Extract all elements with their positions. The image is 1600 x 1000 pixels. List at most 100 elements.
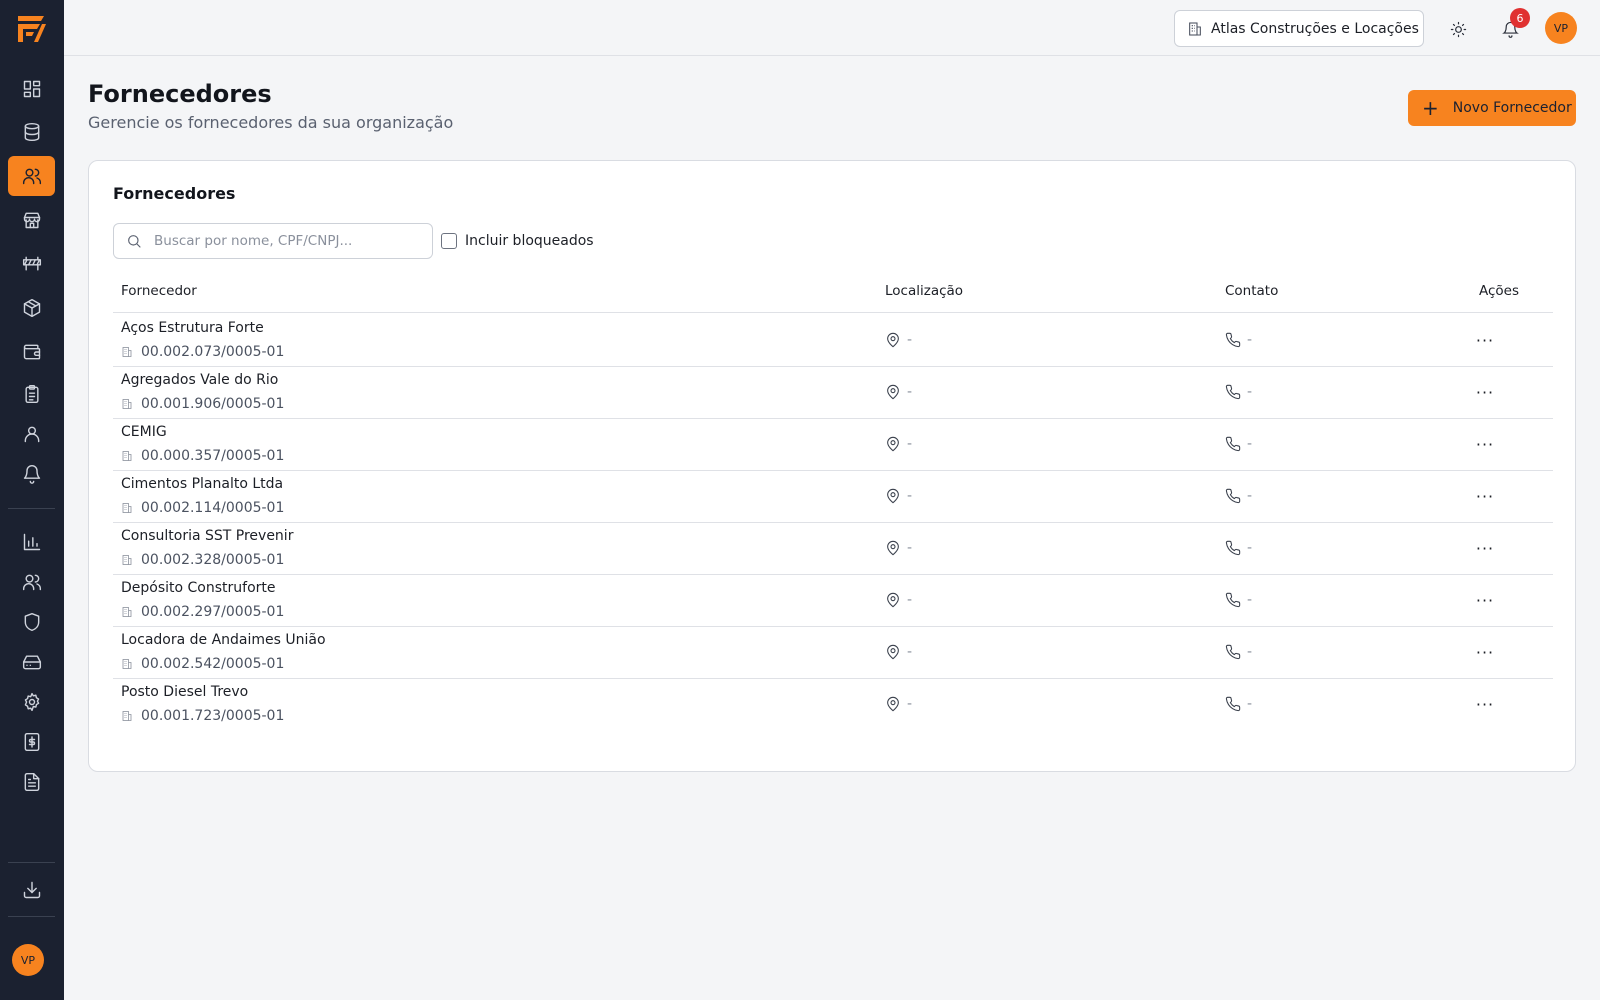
building-icon bbox=[122, 607, 132, 617]
theme-toggle-button[interactable] bbox=[1445, 16, 1471, 42]
row-actions-button[interactable]: ··· bbox=[1471, 432, 1499, 456]
supplier-document-number: 00.001.723/0005-01 bbox=[141, 708, 285, 724]
table-row[interactable]: Posto Diesel Trevo 00.001.723/0005-01 - - ··… bbox=[113, 678, 1553, 731]
page-title: Fornecedores bbox=[88, 80, 272, 108]
nav-team[interactable] bbox=[8, 562, 55, 602]
supplier-name[interactable]: Aços Estrutura Forte bbox=[121, 320, 264, 336]
clipboard-icon bbox=[24, 384, 39, 404]
table-row[interactable]: CEMIG 00.000.357/0005-01 - - ··· bbox=[113, 418, 1553, 471]
nav-storage[interactable] bbox=[8, 642, 55, 682]
drive-icon bbox=[22, 655, 41, 670]
phone-icon bbox=[1225, 332, 1241, 348]
table-row[interactable]: Agregados Vale do Rio 00.001.906/0005-01 -… bbox=[113, 366, 1553, 419]
map-pin-icon bbox=[887, 540, 899, 556]
building-icon bbox=[122, 399, 132, 409]
supplier-contact-value: - bbox=[1247, 644, 1253, 660]
nav-dashboard[interactable] bbox=[8, 69, 55, 109]
phone-icon bbox=[1225, 540, 1241, 556]
download-icon bbox=[23, 881, 40, 899]
shield-icon bbox=[24, 612, 39, 632]
nav-user[interactable] bbox=[8, 414, 55, 454]
organization-name: Atlas Construções e Locações bbox=[1211, 20, 1419, 37]
row-actions-button[interactable]: ··· bbox=[1471, 588, 1499, 612]
supplier-document: 00.001.906/0005-01 bbox=[121, 396, 284, 412]
supplier-location: - bbox=[885, 644, 912, 660]
search-box[interactable] bbox=[113, 223, 433, 259]
nav-products[interactable] bbox=[8, 288, 55, 328]
notification-badge: 6 bbox=[1510, 8, 1530, 28]
nav-database[interactable] bbox=[8, 112, 55, 152]
supplier-location: - bbox=[885, 696, 912, 712]
supplier-name[interactable]: CEMIG bbox=[121, 424, 167, 440]
supplier-contact: - bbox=[1225, 696, 1252, 712]
nav-documents[interactable] bbox=[8, 762, 55, 802]
supplier-name[interactable]: Locadora de Andaimes União bbox=[121, 632, 326, 648]
phone-icon bbox=[1225, 644, 1241, 660]
supplier-location: - bbox=[885, 436, 912, 452]
supplier-location-value: - bbox=[907, 540, 913, 556]
column-contact: Contato bbox=[1225, 283, 1279, 299]
row-actions-button[interactable]: ··· bbox=[1471, 380, 1499, 404]
row-actions-button[interactable]: ··· bbox=[1471, 536, 1499, 560]
supplier-contact-value: - bbox=[1247, 592, 1253, 608]
card-title: Fornecedores bbox=[113, 184, 236, 203]
nav-store[interactable] bbox=[8, 200, 55, 240]
supplier-location: - bbox=[885, 540, 912, 556]
supplier-document: 00.000.357/0005-01 bbox=[121, 448, 284, 464]
supplier-location-value: - bbox=[907, 696, 913, 712]
nav-suppliers[interactable] bbox=[8, 156, 55, 196]
user-avatar[interactable]: VP bbox=[1545, 12, 1577, 44]
roadblock-icon bbox=[22, 256, 41, 271]
phone-icon bbox=[1225, 696, 1241, 712]
supplier-name[interactable]: Cimentos Planalto Ltda bbox=[121, 476, 283, 492]
supplier-name[interactable]: Depósito Construforte bbox=[121, 580, 276, 596]
map-pin-icon bbox=[887, 488, 899, 504]
nav-reports[interactable] bbox=[8, 522, 55, 562]
supplier-contact-value: - bbox=[1247, 436, 1253, 452]
table-row[interactable]: Locadora de Andaimes União 00.002.542/000… bbox=[113, 626, 1553, 679]
nav-billing[interactable] bbox=[8, 722, 55, 762]
nav-settings[interactable] bbox=[8, 682, 55, 722]
dashboard-icon bbox=[23, 80, 40, 98]
nav-works[interactable] bbox=[8, 244, 55, 284]
row-actions-button[interactable]: ··· bbox=[1471, 328, 1499, 352]
supplier-name[interactable]: Consultoria SST Prevenir bbox=[121, 528, 293, 544]
table-row[interactable]: Cimentos Planalto Ltda 00.002.114/0005-01… bbox=[113, 470, 1553, 523]
include-blocked-checkbox[interactable] bbox=[441, 233, 457, 249]
map-pin-icon bbox=[887, 696, 899, 712]
team-icon bbox=[22, 574, 41, 591]
sidebar-avatar[interactable]: VP bbox=[12, 944, 44, 976]
nav-notifications[interactable] bbox=[8, 454, 55, 494]
nav-checklist[interactable] bbox=[8, 374, 55, 414]
user-icon bbox=[24, 426, 39, 443]
table-header: Fornecedor Localização Contato Ações bbox=[113, 269, 1553, 313]
table-row[interactable]: Aços Estrutura Forte 00.002.073/0005-01 - -… bbox=[113, 314, 1553, 367]
page-subtitle: Gerencie os fornecedores da sua organiza… bbox=[88, 113, 454, 132]
nav-download[interactable] bbox=[8, 870, 55, 910]
search-input[interactable] bbox=[154, 233, 424, 249]
supplier-name[interactable]: Agregados Vale do Rio bbox=[121, 372, 278, 388]
sidebar-divider bbox=[8, 508, 55, 509]
users-icon bbox=[22, 168, 41, 185]
new-supplier-button[interactable]: + Novo Fornecedor bbox=[1408, 90, 1576, 126]
organization-selector[interactable]: Atlas Construções e Locações bbox=[1174, 10, 1424, 47]
include-blocked-toggle[interactable]: Incluir bloqueados bbox=[441, 233, 594, 249]
bar-chart-icon bbox=[23, 533, 40, 551]
sidebar: VP bbox=[0, 0, 64, 1000]
nav-security[interactable] bbox=[8, 602, 55, 642]
logo-icon[interactable] bbox=[14, 10, 50, 46]
table-row[interactable]: Consultoria SST Prevenir 00.002.328/0005-… bbox=[113, 522, 1553, 575]
row-actions-button[interactable]: ··· bbox=[1471, 692, 1499, 716]
nav-wallet[interactable] bbox=[8, 332, 55, 372]
supplier-document: 00.002.328/0005-01 bbox=[121, 552, 284, 568]
supplier-location-value: - bbox=[907, 384, 913, 400]
table-row[interactable]: Depósito Construforte 00.002.297/0005-01 -… bbox=[113, 574, 1553, 627]
supplier-contact-value: - bbox=[1247, 384, 1253, 400]
supplier-name[interactable]: Posto Diesel Trevo bbox=[121, 684, 248, 700]
receipt-icon bbox=[24, 732, 39, 752]
row-actions-button[interactable]: ··· bbox=[1471, 640, 1499, 664]
row-actions-button[interactable]: ··· bbox=[1471, 484, 1499, 508]
document-icon bbox=[24, 772, 39, 792]
sidebar-divider-bottom bbox=[8, 862, 55, 863]
supplier-document: 00.002.297/0005-01 bbox=[121, 604, 284, 620]
